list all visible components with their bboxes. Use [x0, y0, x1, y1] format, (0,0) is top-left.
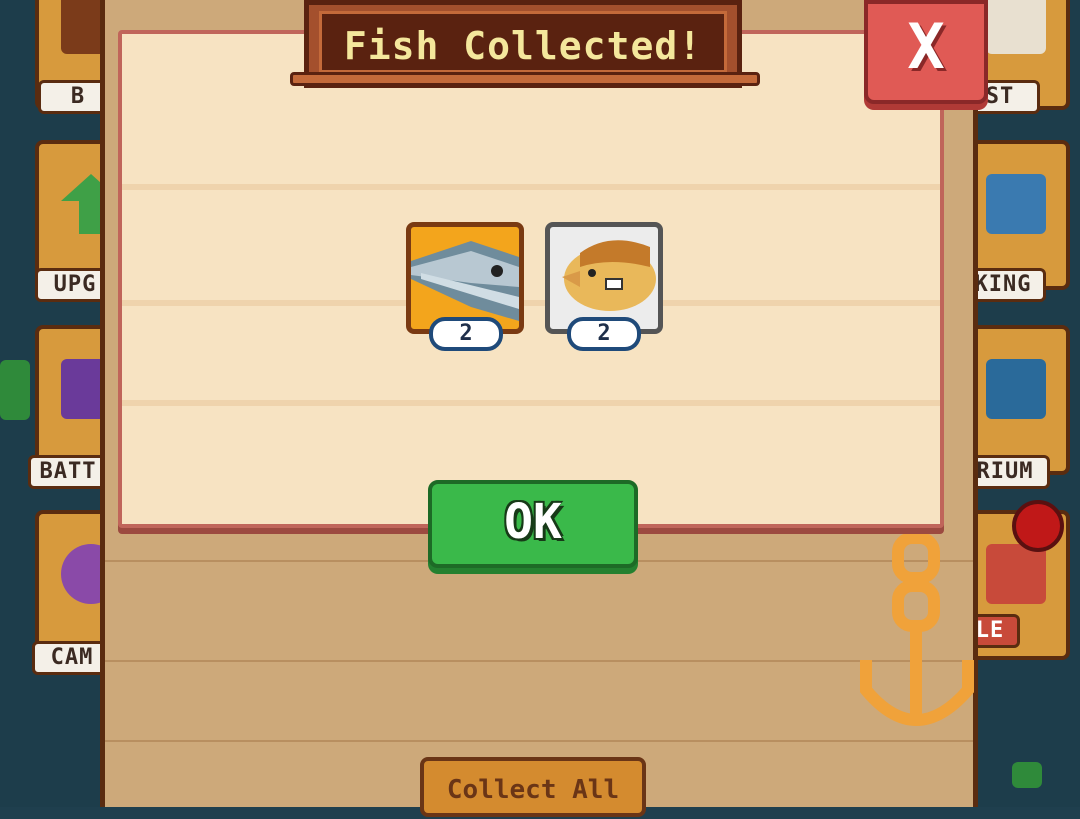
title-banner: Fish Collected!: [290, 0, 760, 96]
cooking-icon: [986, 174, 1046, 234]
anchor-icon: [860, 532, 974, 726]
plank-line: [122, 400, 940, 406]
dialog-title: Fish Collected!: [343, 24, 703, 68]
plank-line: [105, 740, 973, 742]
aquarium-icon: [986, 359, 1046, 419]
bluegill-icon: [562, 240, 656, 311]
reward-dialog: [118, 30, 944, 528]
sale-icon: [986, 544, 1046, 604]
reward-count-bluegill: 2: [567, 317, 641, 351]
notification-badge: [1012, 500, 1064, 552]
reward-count-swordfish: 2: [429, 317, 503, 351]
bush-left: [0, 360, 30, 420]
title-inner: Fish Collected!: [319, 11, 727, 73]
title-rod: [290, 72, 760, 86]
plank-line: [122, 184, 940, 190]
collect-all-button[interactable]: Collect All: [420, 757, 646, 817]
side-label-battle: BATT: [28, 455, 108, 489]
close-icon: X: [907, 10, 945, 83]
ok-button-label: OK: [504, 494, 562, 550]
close-button[interactable]: X: [864, 0, 988, 104]
quest-feather-icon: [986, 0, 1046, 54]
plank-line: [105, 660, 973, 662]
bush-right: [1012, 762, 1042, 788]
swordfish-icon: [411, 241, 519, 321]
plank-line: [122, 300, 940, 306]
ok-button[interactable]: OK: [428, 480, 638, 568]
